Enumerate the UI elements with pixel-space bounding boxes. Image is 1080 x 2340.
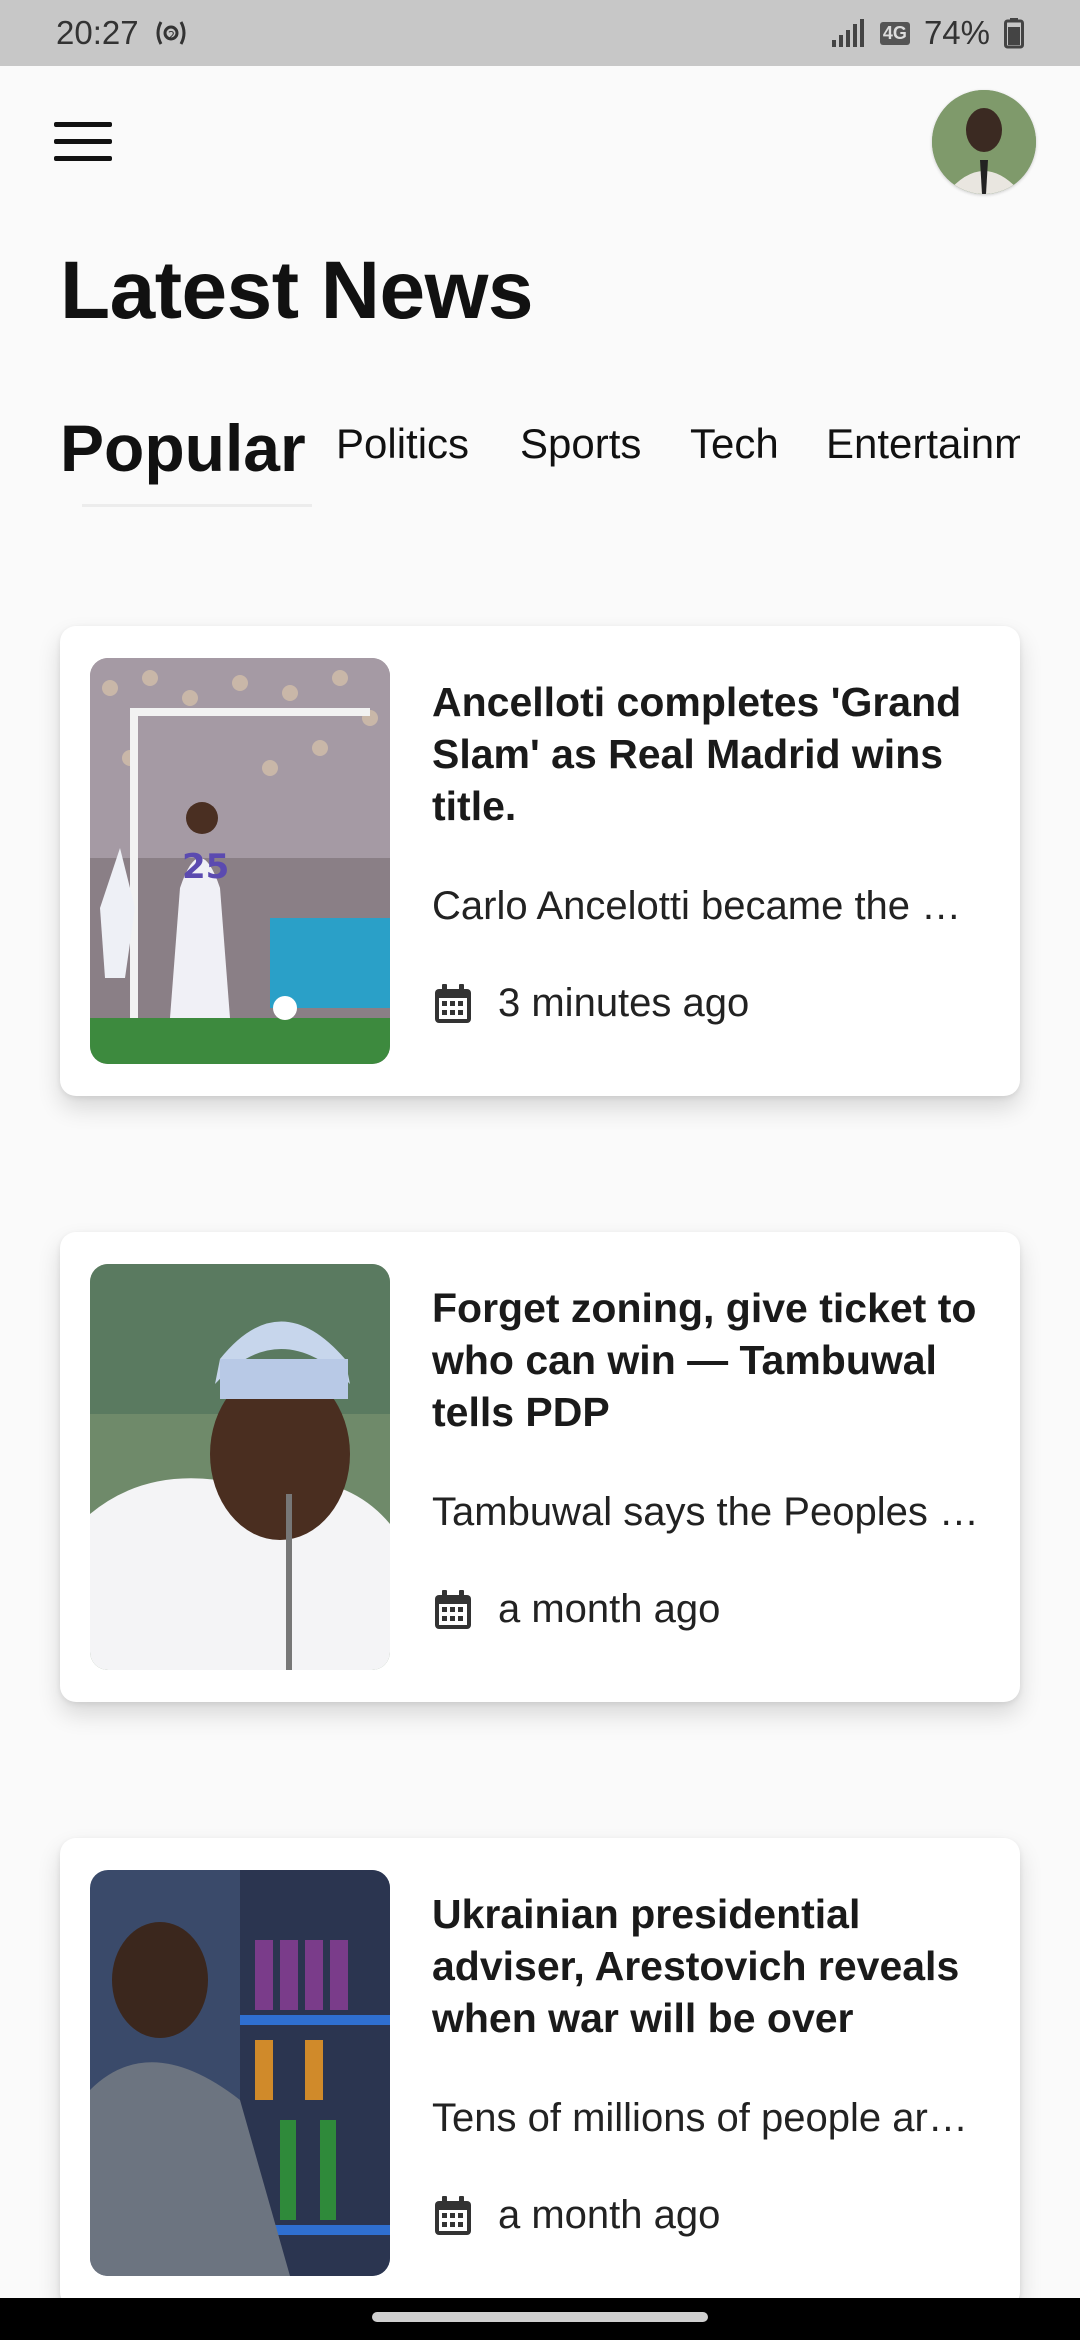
svg-text:25: 25 [182, 847, 229, 887]
hamburger-menu-icon[interactable] [54, 122, 112, 162]
calendar-icon [435, 1589, 471, 1629]
article-title: Ukrainian presidential adviser, Arestovi… [432, 1891, 960, 2041]
article-summary: Tambuwal says the Peoples … [432, 1490, 979, 1534]
article-meta: 3 minutes ago [432, 981, 749, 1026]
article-title: Forget zoning, give ticket to who can wi… [432, 1285, 977, 1435]
battery-percent: 74% [923, 14, 990, 51]
tab-sports[interactable]: Sports [520, 420, 641, 468]
article-time: 3 minutes ago [498, 981, 750, 1025]
football-match-photo: 25 [90, 658, 390, 1064]
signal-icon [830, 18, 866, 48]
gesture-handle[interactable] [372, 2312, 708, 2322]
news-card[interactable]: Forget zoning, give ticket to who can wi… [60, 1232, 1020, 1702]
tab-politics[interactable]: Politics [336, 420, 469, 468]
article-meta: a month ago [432, 2193, 720, 2238]
hotspot-icon: 2 [153, 16, 189, 50]
news-card[interactable]: Ukrainian presidential adviser, Arestovi… [60, 1838, 1020, 2308]
politician-portrait-photo [90, 1264, 390, 1670]
article-title: Ancelloti completes 'Grand Slam' as Real… [432, 679, 962, 829]
supermarket-shelf-photo [90, 1870, 390, 2276]
article-summary: Tens of millions of people ar… [432, 2096, 968, 2140]
article-time: a month ago [498, 1587, 721, 1631]
status-time: 20:27 [56, 14, 139, 51]
news-card[interactable]: 25 Ancelloti completes 'Grand Slam' as R… [60, 626, 1020, 1096]
svg-text:2: 2 [168, 29, 175, 42]
network-4g-icon: 4G [879, 21, 910, 45]
tab-popular[interactable]: Popular [60, 420, 306, 486]
network-label: 4G [879, 21, 910, 45]
tab-tech[interactable]: Tech [690, 420, 779, 468]
system-nav-bar [0, 2298, 1080, 2340]
article-summary: Carlo Ancelotti became the … [432, 884, 962, 928]
battery-icon [1004, 17, 1024, 49]
page-title: Latest News [60, 245, 534, 336]
user-avatar[interactable] [932, 90, 1036, 194]
article-meta: a month ago [432, 1587, 720, 1632]
calendar-icon [435, 983, 471, 1023]
active-tab-indicator [82, 504, 312, 507]
category-tabs: Popular Politics Sports Tech Entertainm [60, 420, 1020, 520]
status-bar: 20:27 2 4G 74% [0, 0, 1080, 66]
tab-entertainment[interactable]: Entertainm [826, 420, 1020, 468]
article-time: a month ago [498, 2193, 721, 2237]
calendar-icon [435, 2195, 471, 2235]
